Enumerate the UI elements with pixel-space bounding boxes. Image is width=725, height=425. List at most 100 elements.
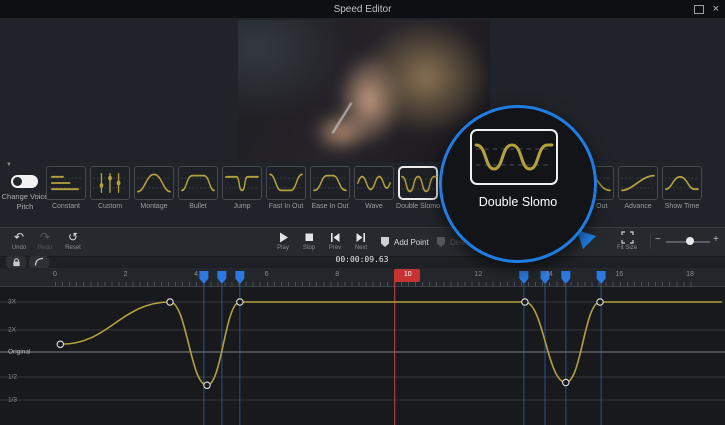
magnifier-label: Double Slomo xyxy=(442,195,594,209)
titlebar-controls: × xyxy=(694,0,719,18)
zoom-in-icon[interactable]: + xyxy=(713,234,719,245)
preset-thumb xyxy=(398,166,438,200)
delete-point-icon xyxy=(436,236,446,248)
preset-advance[interactable]: Advance xyxy=(618,166,658,212)
undo-icon: ↶ xyxy=(14,231,24,244)
preset-bullet[interactable]: Bullet xyxy=(178,166,218,212)
preset-show-time[interactable]: Show Time xyxy=(662,166,702,212)
fit-size-icon xyxy=(621,231,634,244)
speed-label-original: Original xyxy=(8,349,30,356)
preset-thumb xyxy=(310,166,350,200)
preset-label: Wave xyxy=(365,203,383,210)
minor-ticks xyxy=(55,282,695,286)
speed-label-3x: 3X xyxy=(8,299,16,306)
preset-jump[interactable]: Jump xyxy=(222,166,262,212)
montage-curve-icon xyxy=(135,167,173,199)
preset-label: Constant xyxy=(52,203,80,210)
preset-montage[interactable]: Montage xyxy=(134,166,174,212)
redo-button[interactable]: ↷ Redo xyxy=(30,231,60,251)
lock-icon xyxy=(11,257,22,267)
preset-label: Bullet xyxy=(189,203,207,210)
preset-label: Custom xyxy=(98,203,122,210)
preset-label: Fast In Out xyxy=(269,203,304,210)
preset-thumb xyxy=(266,166,306,200)
preset-thumb xyxy=(618,166,658,200)
ruler-tick-12: 12 xyxy=(474,271,482,278)
custom-curve-icon xyxy=(91,167,129,199)
voice-pitch-toggle[interactable] xyxy=(11,175,38,188)
speed-editor-window: Speed Editor × ▼ Change Voice Pitch Cons… xyxy=(0,0,725,425)
ruler-tick-10: 10 xyxy=(404,271,412,278)
reset-button[interactable]: ↺ Reset xyxy=(58,231,88,251)
preset-constant[interactable]: Constant xyxy=(46,166,86,212)
play-icon xyxy=(277,231,289,244)
speed-label-1-2: 1/2 xyxy=(8,374,17,381)
lock-button[interactable] xyxy=(6,256,26,268)
ruler-tick-18: 18 xyxy=(686,271,694,278)
titlebar: Speed Editor × xyxy=(0,0,725,18)
ruler-tick-0: 0 xyxy=(53,271,57,278)
magnifier-callout: Double Slomo xyxy=(439,105,597,263)
preset-fast-in-out[interactable]: Fast In Out xyxy=(266,166,306,212)
add-point-button[interactable]: Add Point xyxy=(380,236,429,248)
ruler-tick-4: 4 xyxy=(194,271,198,278)
preset-label: Ease In Out xyxy=(312,203,349,210)
preset-label: Advance xyxy=(624,203,651,210)
current-time: 00:00:09.63 xyxy=(317,255,407,264)
magnifier-preset-thumb xyxy=(470,129,558,185)
fast-in-out-curve-icon xyxy=(267,167,305,199)
preset-label: Jump xyxy=(233,203,250,210)
preset-label: Montage xyxy=(140,203,167,210)
prev-icon xyxy=(329,231,341,244)
preset-label: Show Time xyxy=(665,203,700,210)
preset-thumb xyxy=(134,166,174,200)
zoom-slider-knob[interactable] xyxy=(686,237,694,245)
ruler-tick-14: 14 xyxy=(545,271,553,278)
preset-double-slomo[interactable]: Double Slomo xyxy=(398,166,438,212)
preset-row: Constant Custom Montage Bullet Jump Fast In O… xyxy=(46,166,725,214)
preset-thumb xyxy=(354,166,394,200)
wave-curve-icon xyxy=(355,167,393,199)
fit-size-button[interactable]: Fit Size xyxy=(612,231,642,251)
magnifier-curve-icon xyxy=(472,131,556,183)
ruler-tick-2: 2 xyxy=(124,271,128,278)
maximize-icon[interactable] xyxy=(694,5,704,14)
curve-tool-button[interactable] xyxy=(29,256,49,268)
preset-wave[interactable]: Wave xyxy=(354,166,394,212)
ease-in-out-curve-icon xyxy=(311,167,349,199)
bullet-curve-icon xyxy=(179,167,217,199)
toolbar: ↶ Undo ↷ Redo ↺ Reset Play Stop Prev Nex… xyxy=(0,227,725,257)
stop-icon xyxy=(303,231,315,244)
ruler-tick-6: 6 xyxy=(265,271,269,278)
toggle-knob xyxy=(13,177,22,186)
toolbar-divider xyxy=(650,234,651,249)
double-slomo-curve-icon xyxy=(400,168,438,200)
advance-curve-icon xyxy=(619,167,657,199)
next-button[interactable]: Next xyxy=(346,231,376,251)
reset-icon: ↺ xyxy=(68,231,78,244)
preset-thumb xyxy=(662,166,702,200)
preset-thumb xyxy=(222,166,262,200)
voice-pitch-label: Change Voice Pitch xyxy=(0,192,50,212)
next-icon xyxy=(355,231,367,244)
preset-thumb xyxy=(46,166,86,200)
close-icon[interactable]: × xyxy=(713,4,719,15)
preset-thumb xyxy=(90,166,130,200)
curve-tool-icon xyxy=(33,257,45,267)
ruler-tick-16: 16 xyxy=(616,271,624,278)
preset-custom[interactable]: Custom xyxy=(90,166,130,212)
constant-curve-icon xyxy=(47,167,85,199)
graph-area xyxy=(0,287,725,425)
window-title: Speed Editor xyxy=(334,4,392,15)
speed-label-1-3: 1/3 xyxy=(8,397,17,404)
add-point-icon xyxy=(380,236,390,248)
zoom-out-icon[interactable]: − xyxy=(655,234,661,245)
redo-icon: ↷ xyxy=(40,231,50,244)
preset-ease-in-out[interactable]: Ease In Out xyxy=(310,166,350,212)
collapse-arrow-icon[interactable]: ▼ xyxy=(6,162,12,168)
preset-thumb xyxy=(178,166,218,200)
speed-label-2x: 2X xyxy=(8,327,16,334)
ruler-tick-8: 8 xyxy=(335,271,339,278)
preset-label: Double Slomo xyxy=(396,203,440,210)
jump-curve-icon xyxy=(223,167,261,199)
